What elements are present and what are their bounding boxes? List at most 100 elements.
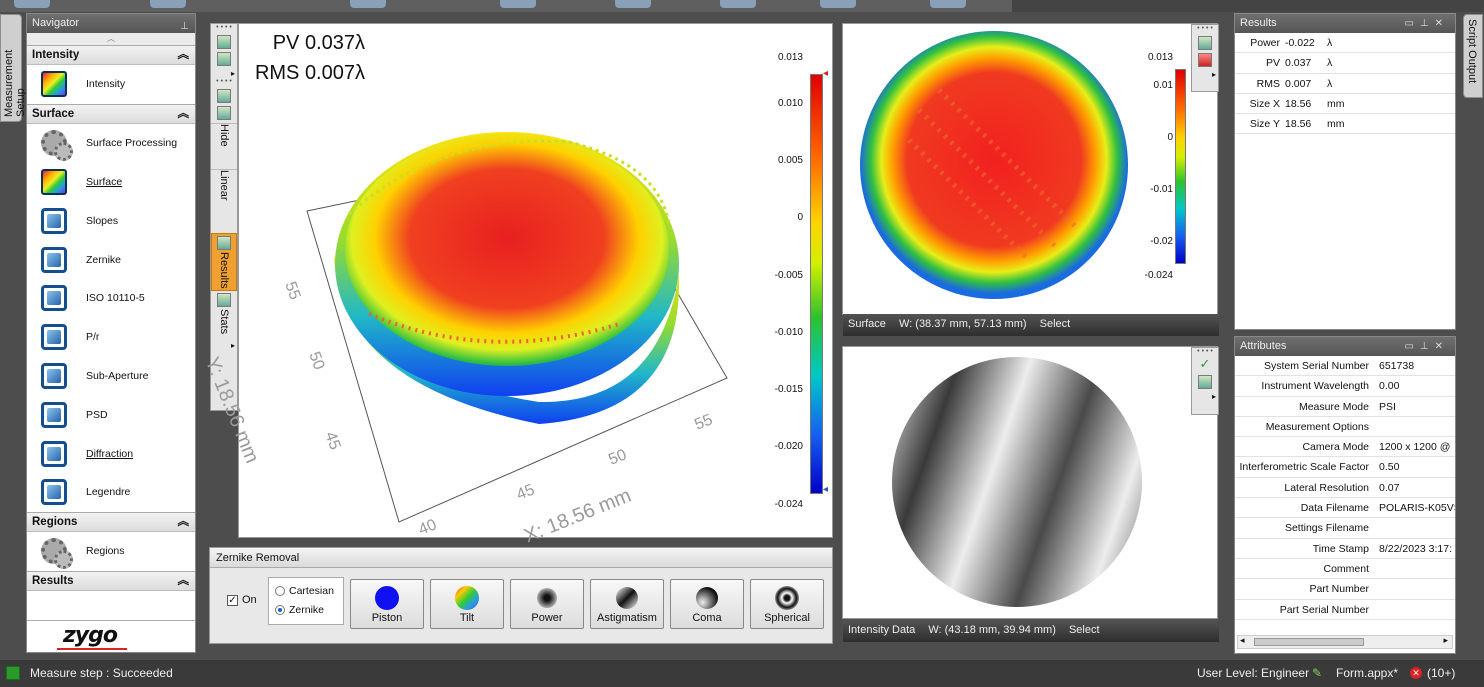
nav-item-iso-10110-5[interactable]: ISO 10110-5 bbox=[27, 279, 195, 318]
astigmatism-button[interactable]: Astigmatism bbox=[590, 579, 664, 629]
attribute-row[interactable]: Lateral Resolution 0.07 bbox=[1235, 478, 1455, 499]
results-icon bbox=[217, 236, 231, 250]
fit-view-icon[interactable] bbox=[1198, 36, 1212, 50]
color-map-icon[interactable] bbox=[217, 35, 231, 49]
surface-map-icon[interactable] bbox=[217, 52, 231, 66]
attribute-row[interactable]: Settings Filename bbox=[1235, 518, 1455, 539]
panel-window-controls-icon[interactable]: ▭⊥✕ bbox=[1404, 337, 1449, 356]
clear-mask-icon[interactable] bbox=[1198, 53, 1212, 67]
cartesian-radio[interactable]: Cartesian bbox=[275, 585, 334, 597]
scrollbar-thumb[interactable] bbox=[1254, 638, 1364, 646]
results-row[interactable]: Size Y 18.56 mm bbox=[1235, 114, 1455, 135]
nav-section-results[interactable]: Results ︽ bbox=[27, 570, 195, 591]
nav-item-sub-aperture[interactable]: Sub-Aperture bbox=[27, 357, 195, 396]
collapse-chevron-icon[interactable]: ︽ bbox=[178, 513, 190, 532]
error-count[interactable]: (10+) bbox=[1427, 660, 1455, 687]
intensity-panel[interactable]: • • • • ✓ ▸ Intensity Data W: (43.18 mm,… bbox=[842, 346, 1219, 642]
attributes-hscrollbar[interactable]: ◂ ▸ bbox=[1237, 635, 1453, 649]
nav-section-intensity[interactable]: Intensity ︽ bbox=[27, 45, 195, 65]
nav-item-surface[interactable]: Surface bbox=[27, 163, 195, 202]
attribute-name: Time Stamp bbox=[1312, 542, 1369, 555]
nav-item-diffraction[interactable]: Diffraction bbox=[27, 434, 195, 473]
scroll-right-icon[interactable]: ▸ bbox=[1443, 635, 1448, 646]
error-icon[interactable]: ✕ bbox=[1410, 667, 1422, 679]
script-output-tab[interactable]: Script Output bbox=[1463, 14, 1483, 98]
zernike-on-checkbox[interactable]: ✓ On bbox=[227, 594, 257, 606]
nav-item-zernike[interactable]: Zernike bbox=[27, 240, 195, 279]
navigator-scroll-up-icon[interactable]: ︿ bbox=[27, 33, 195, 45]
coma-button[interactable]: Coma bbox=[670, 579, 744, 629]
nav-item-intensity[interactable]: Intensity bbox=[27, 65, 195, 104]
collapse-chevron-icon[interactable]: ︽ bbox=[178, 105, 190, 124]
results-title-bar: Results ▭⊥✕ bbox=[1235, 14, 1455, 33]
attribute-row[interactable]: Comment bbox=[1235, 559, 1455, 580]
toolbar-button[interactable] bbox=[930, 0, 966, 8]
results-name: PV bbox=[1265, 57, 1280, 70]
nav-item-legendre[interactable]: Legendre bbox=[27, 473, 195, 512]
results-row[interactable]: Size X 18.56 mm bbox=[1235, 94, 1455, 115]
power-button[interactable]: Power bbox=[510, 579, 584, 629]
results-table: Power -0.022 λ PV 0.037 λ RMS 0.007 λ Size X 18.56… bbox=[1235, 33, 1455, 135]
nav-section-regions[interactable]: Regions ︽ bbox=[27, 511, 195, 532]
colorbar-max-marker-icon[interactable]: ◂ bbox=[823, 68, 828, 79]
measurement-setup-tab[interactable]: Measurement Setup bbox=[0, 14, 27, 122]
attribute-row[interactable]: Time Stamp 8/22/2023 3:17: bbox=[1235, 539, 1455, 559]
view3d-colorbar[interactable] bbox=[810, 74, 823, 494]
scroll-left-icon[interactable]: ◂ bbox=[1240, 635, 1245, 646]
attribute-value: 1200 x 1200 @ bbox=[1379, 441, 1451, 454]
surface-colorbar[interactable] bbox=[1175, 69, 1186, 264]
fit-view-icon[interactable] bbox=[1198, 375, 1212, 389]
colorbar-min-marker-icon[interactable]: ◂ bbox=[823, 484, 828, 495]
hide-tool[interactable]: Hide bbox=[211, 123, 237, 169]
attribute-row[interactable]: Data Filename POLARIS-K05VS bbox=[1235, 498, 1455, 519]
toolbar-button[interactable] bbox=[150, 0, 186, 8]
attribute-row[interactable]: Instrument Wavelength 0.00 bbox=[1235, 376, 1455, 397]
attribute-row[interactable]: Measure Mode PSI bbox=[1235, 397, 1455, 417]
fit-view-icon[interactable] bbox=[217, 89, 231, 103]
stats-tool[interactable]: Stats bbox=[211, 291, 237, 341]
spherical-button[interactable]: Spherical bbox=[750, 579, 824, 629]
attribute-row[interactable]: Part Serial Number bbox=[1235, 600, 1455, 620]
surface-status-select[interactable]: Select bbox=[1040, 318, 1071, 330]
results-tool[interactable]: Results bbox=[211, 233, 237, 291]
toolbar-button[interactable] bbox=[14, 0, 50, 8]
intensity-status-select[interactable]: Select bbox=[1069, 624, 1100, 636]
check-icon[interactable]: ✓ bbox=[1192, 356, 1218, 372]
results-row[interactable]: Power -0.022 λ bbox=[1235, 33, 1455, 54]
collapse-chevron-icon[interactable]: ︽ bbox=[178, 572, 190, 591]
view3d-panel[interactable]: PV 0.037λ RMS 0.007λ 55 50 45 40 45 50 5… bbox=[201, 23, 833, 547]
nav-item-psd[interactable]: PSD bbox=[27, 395, 195, 434]
surface-2d-panel[interactable]: 0.013 0.01 0 -0.01 -0.02 -0.024 • • • • ▸ Sur… bbox=[842, 23, 1219, 336]
attribute-row[interactable]: System Serial Number 651738 bbox=[1235, 356, 1455, 377]
nav-section-surface[interactable]: Surface ︽ bbox=[27, 103, 195, 124]
attribute-row[interactable]: Interferometric Scale Factor 0.50 bbox=[1235, 457, 1455, 478]
toolbar-button[interactable] bbox=[720, 0, 756, 8]
attribute-row[interactable]: Part Number bbox=[1235, 579, 1455, 600]
zernike-radio[interactable]: Zernike bbox=[275, 604, 324, 616]
results-row[interactable]: RMS 0.007 λ bbox=[1235, 74, 1455, 94]
tilt-button[interactable]: Tilt bbox=[430, 579, 504, 629]
user-level[interactable]: User Level: Engineer bbox=[1197, 660, 1309, 687]
toolbar-button[interactable] bbox=[350, 0, 386, 8]
linear-tool[interactable]: Linear bbox=[211, 169, 237, 215]
toolbar-button[interactable] bbox=[500, 0, 536, 8]
form-filename[interactable]: Form.appx* bbox=[1336, 660, 1398, 687]
navigator-sections: Intensity ︽ Intensity Surface ︽ Surface Proce… bbox=[27, 45, 195, 591]
attribute-row[interactable]: Camera Mode 1200 x 1200 @ bbox=[1235, 437, 1455, 458]
pin-icon[interactable]: ⊥ bbox=[180, 17, 189, 36]
results-row[interactable]: PV 0.037 λ bbox=[1235, 53, 1455, 74]
attributes-panel: Attributes ▭⊥✕ System Serial Number 65173… bbox=[1234, 336, 1456, 654]
collapse-chevron-icon[interactable]: ︽ bbox=[178, 46, 190, 65]
colorbar-tick-label: -0.020 bbox=[774, 441, 803, 452]
panel-window-controls-icon[interactable]: ▭⊥✕ bbox=[1404, 14, 1449, 33]
astigmatism-label: Astigmatism bbox=[597, 612, 657, 624]
toolbar-button[interactable] bbox=[615, 0, 651, 8]
image-icon[interactable] bbox=[217, 106, 231, 120]
nav-item-regions[interactable]: Regions bbox=[27, 532, 195, 571]
piston-button[interactable]: Piston bbox=[350, 579, 424, 629]
attribute-row[interactable]: Measurement Options bbox=[1235, 417, 1455, 438]
nav-item-surface-processing[interactable]: Surface Processing bbox=[27, 124, 195, 163]
nav-item-p-r[interactable]: P/r bbox=[27, 318, 195, 357]
nav-item-slopes[interactable]: Slopes bbox=[27, 201, 195, 240]
toolbar-button[interactable] bbox=[820, 0, 856, 8]
